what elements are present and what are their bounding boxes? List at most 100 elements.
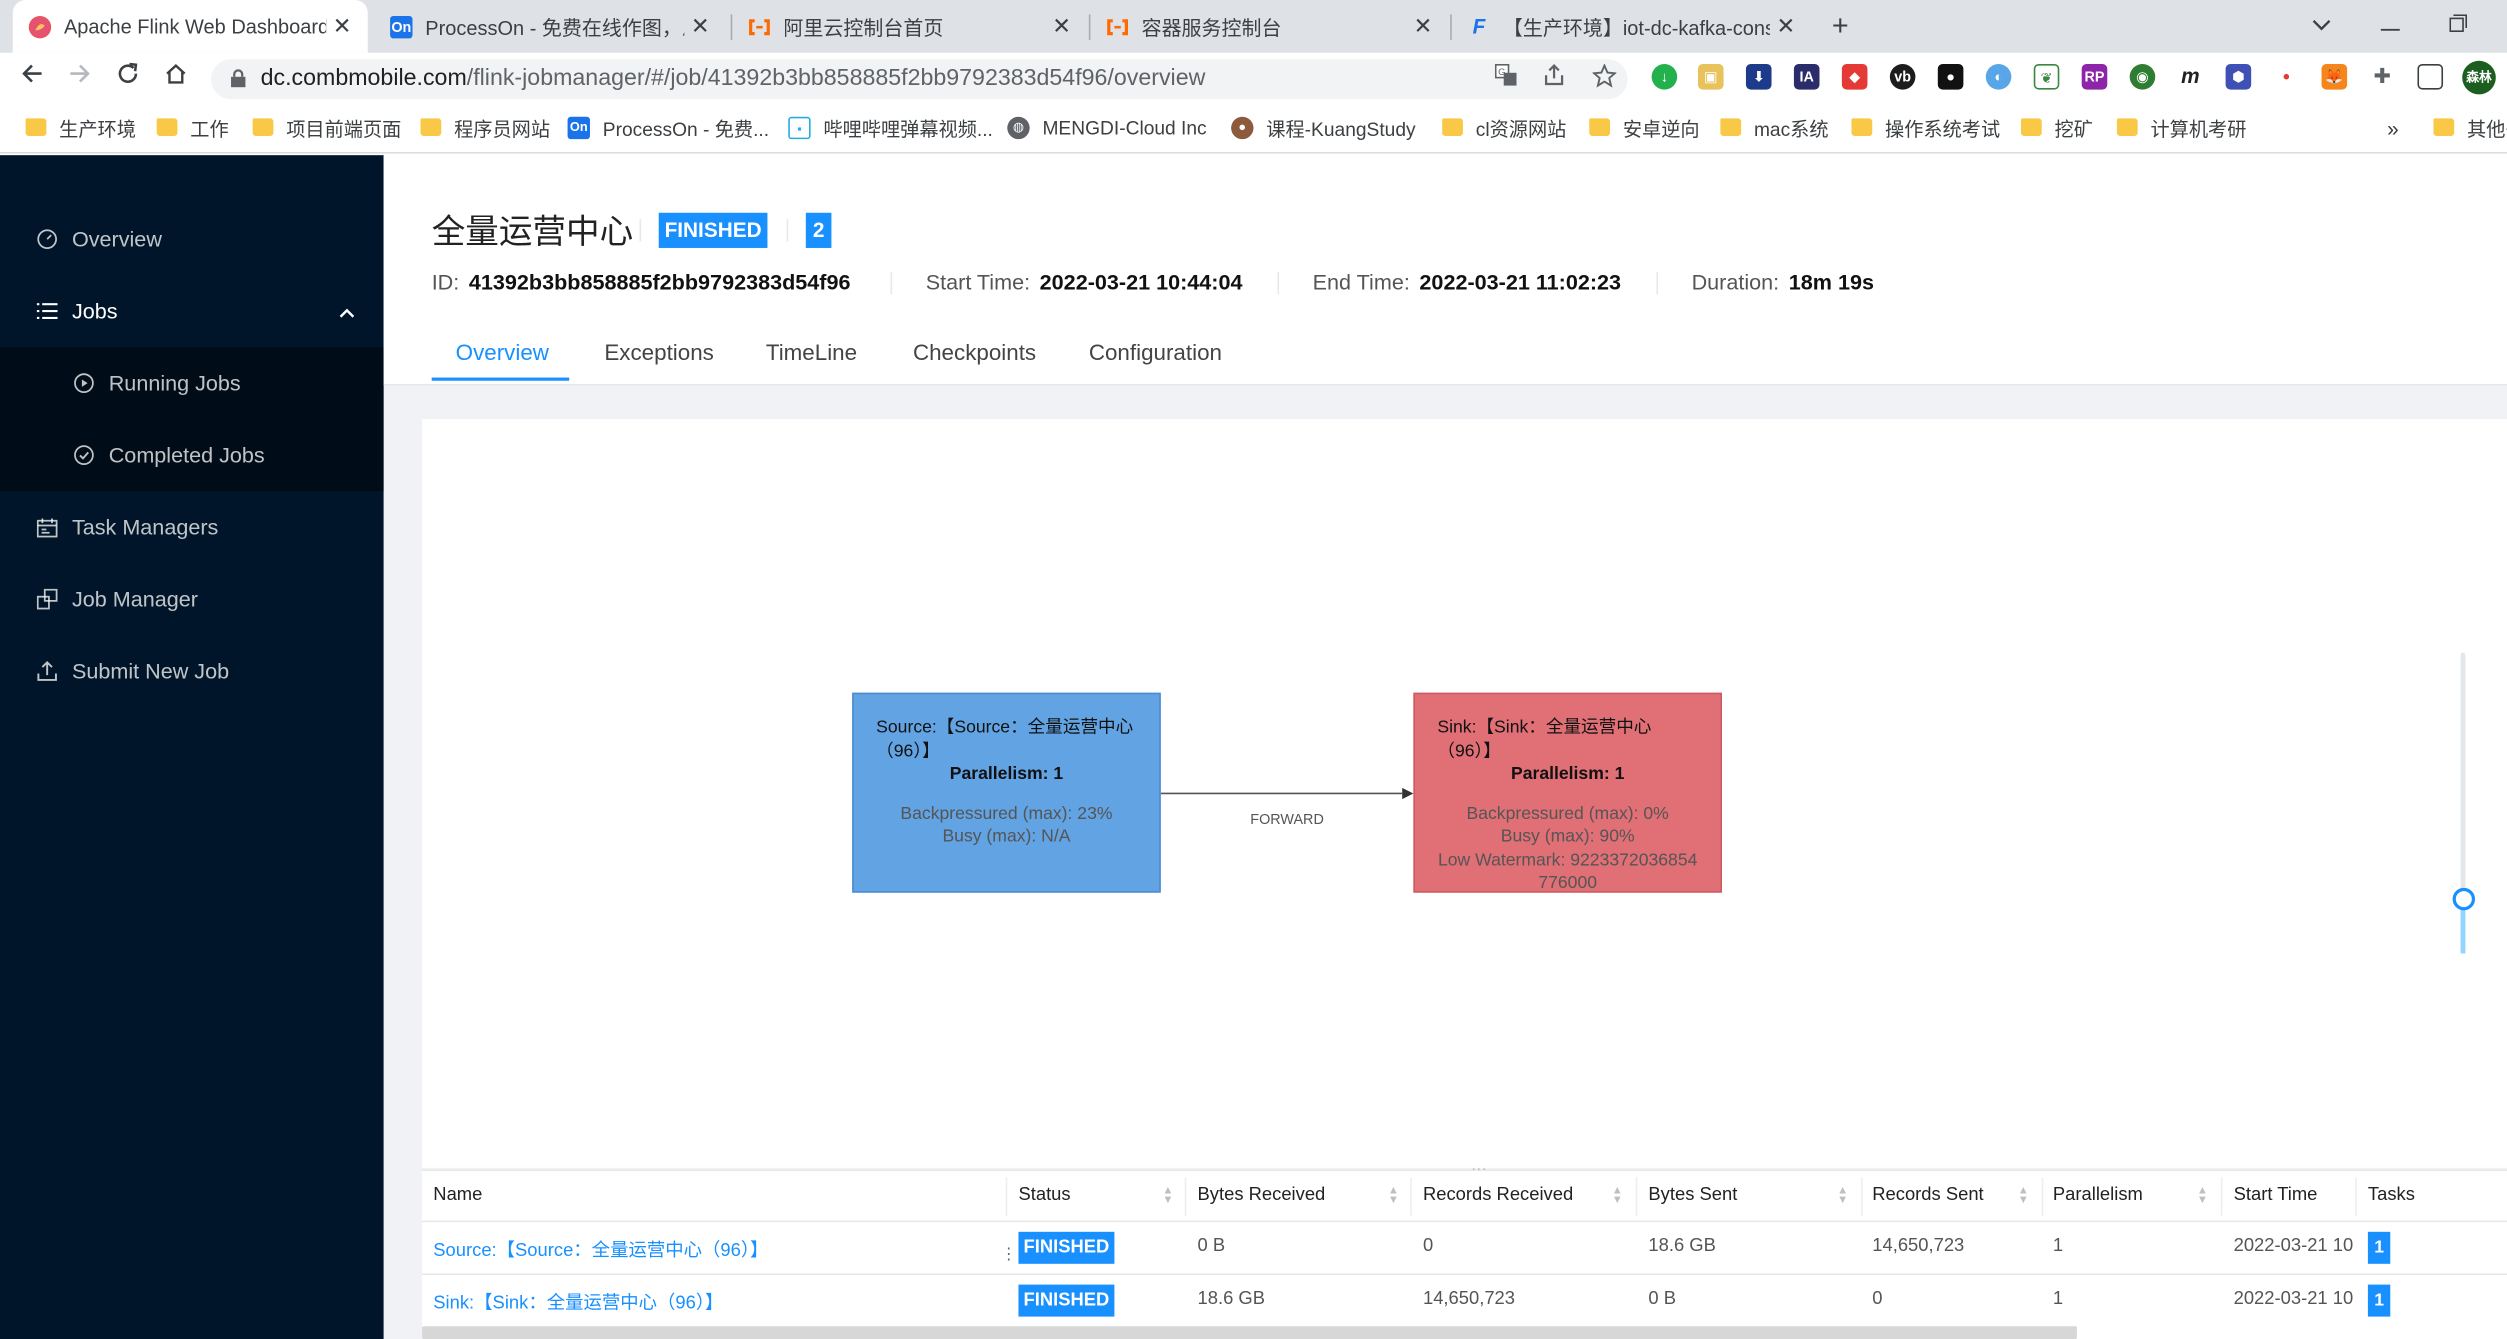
extension-globe-icon[interactable]: ◐ [1985,63,2012,90]
sort-icon[interactable]: ▲ ▼ [1162,1185,1173,1206]
zoom-slider-handle[interactable] [2452,887,2476,911]
bookmark-folder[interactable]: 生产环境 [25,114,136,143]
cell-parallelism: 1 [2052,1289,2064,1309]
upload-icon [35,660,57,682]
home-icon[interactable] [158,61,193,96]
bookmark-label: 安卓逆向 [1622,117,1700,140]
new-tab-button[interactable]: + [1824,8,1856,43]
restore-icon[interactable] [2433,8,2481,40]
sidebar-item-label: Completed Jobs [108,443,265,468]
close-icon[interactable]: ✕ [326,13,358,40]
bookmark-folder[interactable]: 项目前端页面 [252,114,401,143]
bookmark-folder[interactable]: 计算机考研 [2116,114,2246,143]
sort-icon[interactable]: ▲ ▼ [1837,1185,1848,1206]
bookmark-mengdi[interactable]: ◍ MENGDI-Cloud Inc [1007,114,1207,143]
bookmark-folder[interactable]: 工作 [156,114,229,143]
extension-vb-icon[interactable]: vb [1889,63,1916,90]
extension-rp-icon[interactable]: RP [2081,63,2108,90]
column-header-bytes-sent[interactable]: Bytes Sent [1648,1185,1737,1204]
back-arrow-icon[interactable] [14,61,49,96]
task-count-tag[interactable]: 1 [2367,1231,2391,1264]
extension-earth-icon[interactable]: ◉ [2129,63,2156,90]
translate-icon[interactable]: G [1492,63,1521,93]
extension-hexagon-icon[interactable]: ⬢ [2225,63,2252,90]
bookmark-folder[interactable]: 安卓逆向 [1589,114,1700,143]
extension-notification-icon[interactable]: ● [1937,63,1964,90]
extension-m-icon[interactable]: m [2177,63,2204,90]
column-header-bytes-received[interactable]: Bytes Received [1198,1185,1326,1204]
share-icon[interactable] [1540,64,1569,93]
bookmarks-overflow-button[interactable]: » [2387,114,2399,143]
bookmark-kuangstudy[interactable]: ● 课程-KuangStudy [1231,114,1416,143]
sort-icon[interactable]: ▲ ▼ [1612,1185,1623,1206]
bookmark-bilibili[interactable]: ▪ 哔哩哔哩弹幕视频... [788,114,993,143]
sidebar-item-task-managers[interactable]: Task Managers [0,491,384,563]
sort-icon[interactable]: ▲ ▼ [1388,1185,1399,1206]
sidebar-item-overview[interactable]: Overview [0,203,384,275]
reload-icon[interactable] [110,61,145,96]
column-header-records-received[interactable]: Records Received [1423,1185,1573,1204]
browser-tab-processon[interactable]: On ProcessOn - 免费在线作图，思维 ✕ [374,0,726,53]
bookmark-processon[interactable]: On ProcessOn - 免费... [567,114,769,143]
browser-tab-container-console[interactable]: 容器服务控制台 ✕ [1090,0,1448,53]
metamask-fox-icon[interactable]: 🦊 [2321,63,2348,90]
bookmark-folder[interactable]: 挖矿 [2020,114,2093,143]
row-name-link[interactable]: Sink:【Sink：全量运营中心（96）】 [433,1289,723,1315]
sort-icon[interactable]: ▲ ▼ [2197,1185,2208,1206]
row-name-link[interactable]: Source:【Source：全量运营中心（96）】 [433,1237,768,1263]
close-icon[interactable]: ✕ [1770,13,1802,40]
tab-overview[interactable]: Overview [456,339,549,365]
tab-title: 【生产环境】iot-dc-kafka-cons [1502,17,1770,40]
graph-node-source[interactable]: Source:【Source：全量运营中心（96）】 Parallelism: … [852,692,1161,893]
column-header-name[interactable]: Name [433,1185,482,1204]
profile-avatar[interactable]: 森林 [2462,60,2496,95]
column-resize-grip-icon[interactable]: ⋮ [1001,1246,1017,1264]
column-header-parallelism[interactable]: Parallelism [2053,1185,2143,1204]
sort-icon[interactable]: ▲ ▼ [2018,1185,2029,1206]
extension-ia-icon[interactable]: IA [1793,63,1820,90]
extension-cube-icon[interactable]: ◆ [1841,63,1868,90]
extension-image-icon[interactable]: ▣ [1697,63,1724,90]
sidebar-item-job-manager[interactable]: Job Manager [0,563,384,635]
processon-icon: On [567,116,590,140]
column-header-records-sent[interactable]: Records Sent [1872,1185,1983,1204]
zoom-slider[interactable] [2452,652,2476,954]
bookmark-folder[interactable]: 操作系统考试 [1851,114,2000,143]
node-parallelism: Parallelism: 1 [1510,764,1625,784]
browser-tab-flink[interactable]: Apache Flink Web Dashboard ✕ [12,0,368,53]
forward-arrow-icon[interactable] [62,61,97,96]
extensions-puzzle-icon[interactable]: ✚ [2369,63,2396,90]
extension-download-icon[interactable]: ↓ [1651,63,1678,90]
bookmark-star-icon[interactable] [1589,63,1618,93]
bookmark-folder[interactable]: 程序员网站 [420,114,550,143]
tab-configuration[interactable]: Configuration [1089,339,1222,365]
tab-checkpoints[interactable]: Checkpoints [913,339,1036,365]
extension-arrow-down-icon[interactable]: ⬇ [1745,63,1772,90]
close-icon[interactable]: ✕ [1046,13,1078,40]
bookmark-folder[interactable]: cl资源网站 [1442,114,1566,143]
task-count-tag[interactable]: 1 [2367,1284,2391,1317]
horizontal-scrollbar[interactable] [422,1326,2077,1339]
tab-exceptions[interactable]: Exceptions [604,339,713,365]
graph-node-sink[interactable]: Sink:【Sink：全量运营中心（96）】 Parallelism: 1 Ba… [1413,692,1722,893]
side-panel-icon[interactable] [2417,63,2444,90]
extension-leaf-icon[interactable]: ❦ [2033,63,2060,90]
tab-timeline[interactable]: TimeLine [766,339,857,365]
tab-search-icon[interactable] [2298,8,2346,40]
column-header-start-time[interactable]: Start Time [2234,1185,2318,1204]
bookmark-folder-other[interactable]: 其他书 [2433,114,2507,143]
browser-tab-aliyun-home[interactable]: 阿里云控制台首页 ✕ [732,0,1087,53]
browser-tab-kafka-consumer[interactable]: F 【生产环境】iot-dc-kafka-cons ✕ [1452,0,1812,53]
column-header-tasks[interactable]: Tasks [2368,1185,2415,1204]
bookmark-folder[interactable]: mac系统 [1720,114,1829,143]
extension-dot-icon[interactable]: • [2273,63,2300,90]
close-icon[interactable]: ✕ [684,13,716,40]
sidebar-item-completed-jobs[interactable]: Completed Jobs [0,419,384,492]
column-header-status[interactable]: Status [1018,1185,1070,1204]
address-bar[interactable]: dc.combmobile.com/flink-jobmanager/#/job… [211,59,1628,100]
sidebar-item-jobs[interactable]: Jobs [0,275,384,347]
minimize-icon[interactable] [2366,8,2414,40]
sidebar-item-submit-new-job[interactable]: Submit New Job [0,635,384,707]
sidebar-item-running-jobs[interactable]: Running Jobs [0,347,384,420]
close-icon[interactable]: ✕ [1407,13,1439,40]
